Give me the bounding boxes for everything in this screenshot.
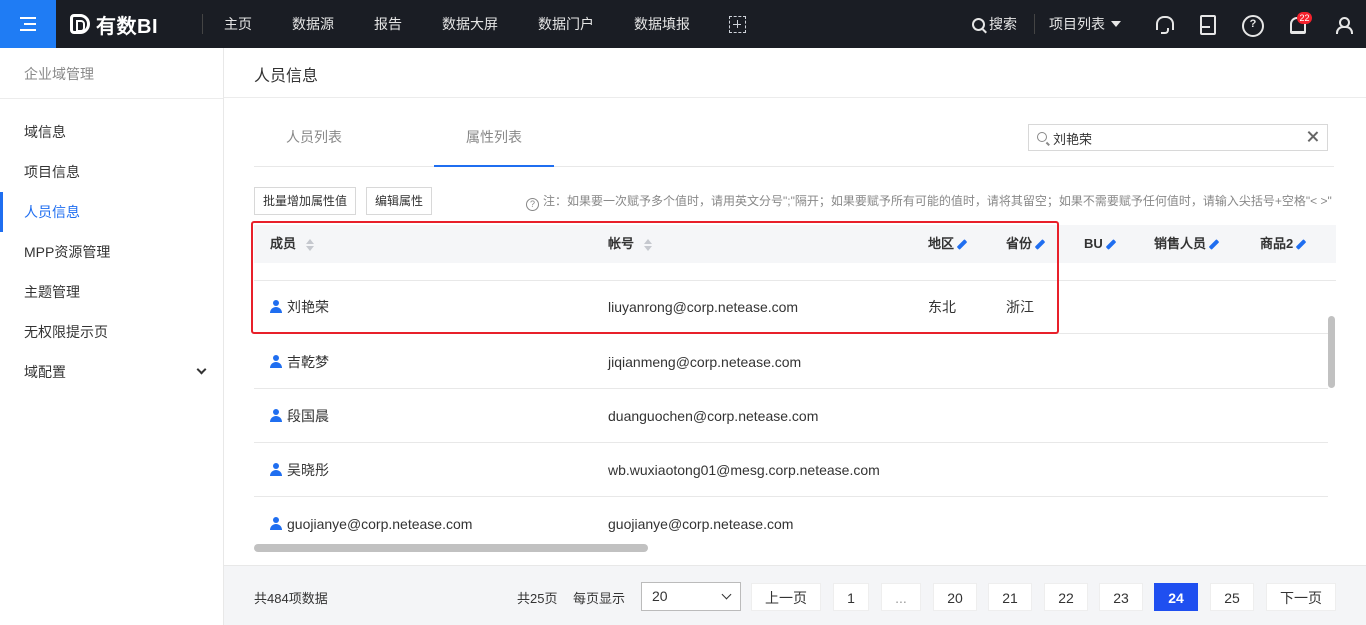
main-nav: 主页 数据源 报告 数据大屏 数据门户 数据填报 — [224, 0, 730, 48]
app-logo[interactable]: 有数BI — [70, 11, 158, 38]
table-row[interactable]: guojianye@corp.netease.com guojianye@cor… — [254, 497, 1328, 551]
page-button[interactable]: 22 — [1044, 583, 1088, 611]
page-ellipsis[interactable]: ... — [881, 583, 921, 611]
table-row[interactable]: 段国晨 duanguochen@corp.netease.com — [254, 389, 1328, 443]
main-content: 人员信息 人员列表 属性列表 批量增加属性值 编辑属性 ? 注：如果要一次赋予多个… — [224, 48, 1366, 625]
vertical-scrollbar[interactable] — [1328, 316, 1335, 388]
logo-text: 有数BI — [96, 15, 158, 38]
sidebar: 企业域管理 域信息 项目信息 人员信息 MPP资源管理 主题管理 无权限提示页 … — [0, 48, 224, 625]
tab-member-list[interactable]: 人员列表 — [286, 127, 342, 147]
active-tab-indicator — [434, 165, 554, 167]
top-search-label: 搜索 — [989, 16, 1017, 32]
column-bu: BU — [1084, 225, 1117, 263]
member-search-box — [1028, 124, 1328, 151]
person-icon — [270, 463, 282, 476]
column-sales: 销售人员 — [1154, 225, 1220, 263]
logo-icon — [70, 14, 90, 34]
sidebar-item-domain-config[interactable]: 域配置 — [0, 352, 223, 392]
headset-icon[interactable] — [1154, 14, 1174, 34]
search-icon — [1037, 132, 1047, 142]
sidebar-item-mpp-resources[interactable]: MPP资源管理 — [0, 232, 223, 272]
nav-data-fill[interactable]: 数据填报 — [634, 14, 690, 34]
caret-down-icon — [1111, 21, 1121, 27]
nav-data-portal[interactable]: 数据门户 — [538, 14, 594, 34]
tab-divider — [254, 166, 1334, 167]
person-icon — [270, 409, 282, 422]
search-icon — [972, 17, 985, 31]
nav-home[interactable]: 主页 — [224, 14, 252, 34]
person-icon — [270, 355, 282, 368]
page-button[interactable]: 23 — [1099, 583, 1143, 611]
sidebar-divider — [0, 98, 223, 99]
sidebar-item-theme[interactable]: 主题管理 — [0, 272, 223, 312]
sidebar-item-domain-info[interactable]: 域信息 — [0, 112, 223, 152]
member-cell: 吴晓彤 — [270, 443, 329, 497]
table-row[interactable]: 吴晓彤 wb.wuxiaotong01@mesg.corp.netease.co… — [254, 443, 1328, 497]
page-button[interactable]: 1 — [833, 583, 869, 611]
menu-toggle-button[interactable] — [0, 0, 56, 48]
member-cell: guojianye@corp.netease.com — [270, 497, 472, 551]
notification-badge: 22 — [1297, 12, 1312, 24]
horizontal-scrollbar[interactable] — [254, 544, 648, 552]
page-button[interactable]: 20 — [933, 583, 977, 611]
page-button[interactable]: 21 — [988, 583, 1032, 611]
top-divider-2 — [1034, 14, 1035, 34]
title-divider — [224, 97, 1366, 98]
edit-attribute-button[interactable]: 编辑属性 — [366, 187, 433, 215]
sidebar-item-member-info[interactable]: 人员信息 — [0, 192, 223, 232]
per-page-select[interactable]: 20 — [641, 582, 741, 611]
page-title: 人员信息 — [254, 68, 319, 85]
sidebar-item-label: 域配置 — [24, 364, 66, 380]
pagination-bar: 共484项数据 共25页 每页显示 20 上一页 1 ... 20 21 22 … — [224, 565, 1366, 625]
note-text: 注：如果要一次赋予多个值时，请用英文分号";"隔开；如果要赋予所有可能的值时，请… — [543, 194, 1332, 208]
next-page-button[interactable]: 下一页 — [1266, 583, 1336, 611]
column-product2: 商品2 — [1260, 225, 1307, 263]
person-icon — [270, 517, 282, 530]
project-list-dropdown[interactable]: 项目列表 — [1049, 0, 1121, 48]
edit-pencil-icon[interactable] — [1295, 239, 1307, 250]
page-button[interactable]: 25 — [1210, 583, 1254, 611]
top-divider — [202, 14, 203, 34]
account-cell: jiqianmeng@corp.netease.com — [608, 354, 802, 370]
account-cell: wb.wuxiaotong01@mesg.corp.netease.com — [608, 462, 880, 478]
member-cell: 吉乾梦 — [270, 335, 329, 389]
highlight-box — [251, 221, 1059, 334]
per-page-label: 每页显示 — [573, 591, 626, 606]
nav-big-screen[interactable]: 数据大屏 — [442, 14, 498, 34]
project-list-label: 项目列表 — [1049, 16, 1105, 32]
sidebar-item-project-info[interactable]: 项目信息 — [0, 152, 223, 192]
total-pages: 共25页 — [517, 591, 558, 606]
tab-attribute-list[interactable]: 属性列表 — [466, 127, 522, 147]
help-icon[interactable] — [1241, 14, 1264, 37]
question-icon: ? — [526, 198, 539, 211]
current-page-button[interactable]: 24 — [1154, 583, 1198, 611]
member-search-input[interactable] — [1053, 128, 1303, 148]
edit-pencil-icon[interactable] — [1208, 239, 1220, 250]
attribute-note: ? 注：如果要一次赋予多个值时，请用英文分号";"隔开；如果要赋予所有可能的值时，… — [526, 192, 1332, 211]
edit-pencil-icon[interactable] — [1105, 239, 1117, 250]
prev-page-button[interactable]: 上一页 — [751, 583, 821, 611]
total-count: 共484项数据 — [254, 591, 328, 606]
clear-icon[interactable] — [1306, 130, 1319, 143]
account-cell: duanguochen@corp.netease.com — [608, 408, 819, 424]
chevron-down-icon — [196, 364, 207, 375]
nav-datasource[interactable]: 数据源 — [292, 14, 334, 34]
account-cell: guojianye@corp.netease.com — [608, 516, 794, 532]
sidebar-title: 企业域管理 — [24, 66, 94, 82]
top-search-button[interactable]: 搜索 — [972, 0, 1017, 48]
nav-report[interactable]: 报告 — [374, 14, 402, 34]
book-icon[interactable] — [1196, 14, 1216, 35]
top-navbar: 有数BI 主页 数据源 报告 数据大屏 数据门户 数据填报 搜索 项目列表 22 — [0, 0, 1366, 48]
batch-add-attribute-button[interactable]: 批量增加属性值 — [254, 187, 357, 215]
sidebar-item-no-permission[interactable]: 无权限提示页 — [0, 312, 223, 352]
table-row[interactable]: 吉乾梦 jiqianmeng@corp.netease.com — [254, 335, 1328, 389]
member-cell: 段国晨 — [270, 389, 329, 443]
add-plus-icon[interactable] — [729, 16, 746, 33]
user-icon[interactable] — [1333, 14, 1353, 34]
